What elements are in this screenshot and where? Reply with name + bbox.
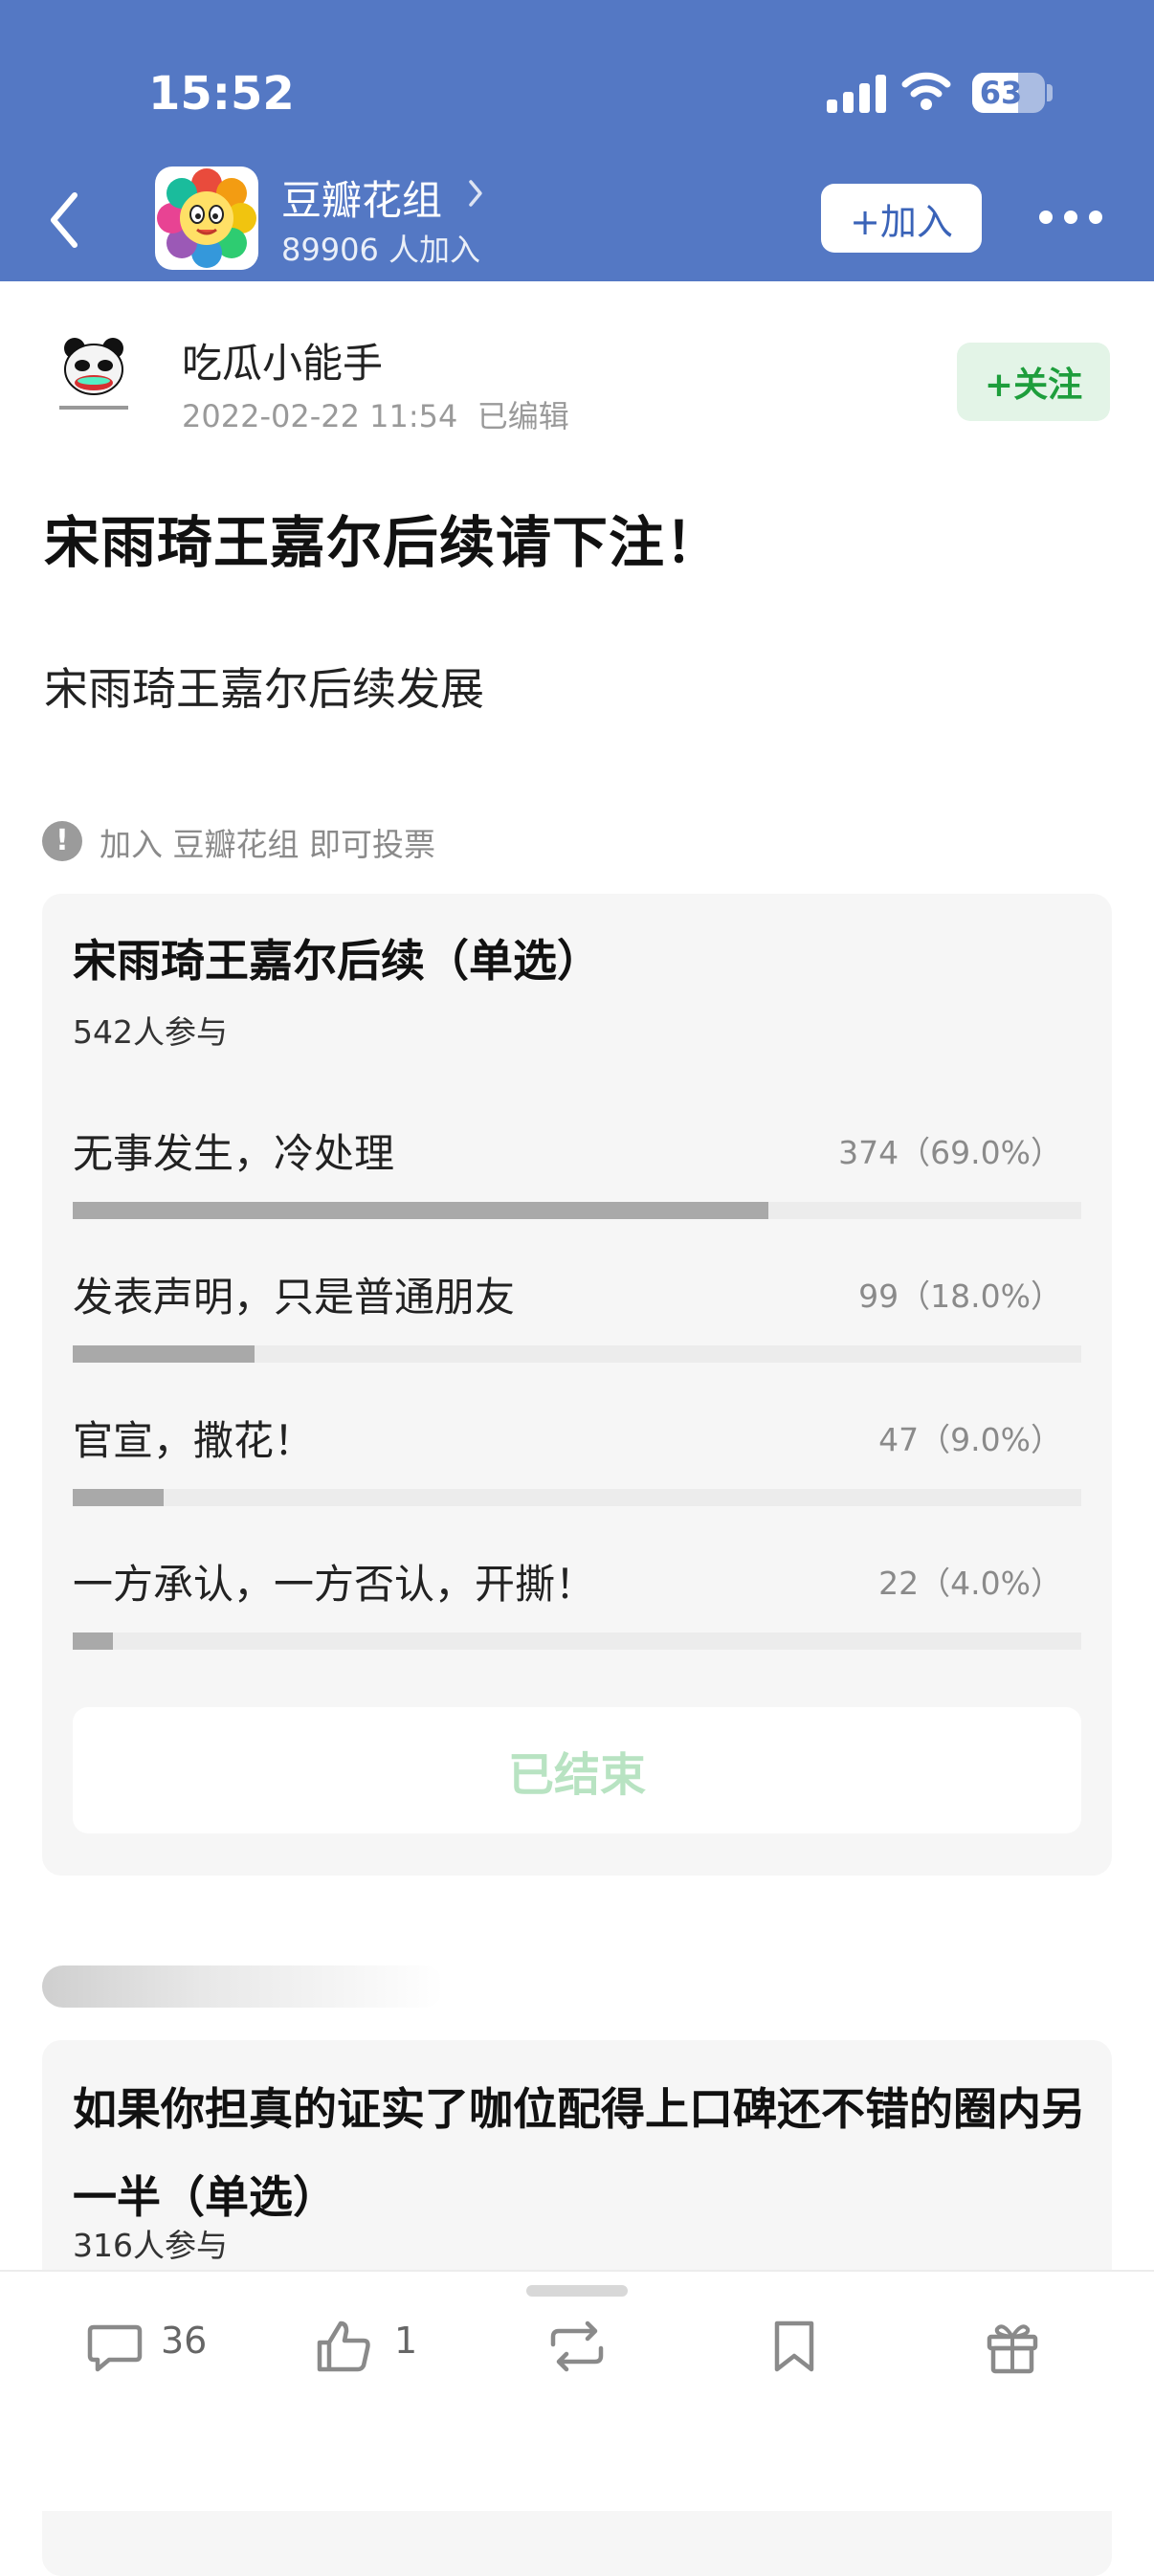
more-dots-icon[interactable] [1039, 211, 1102, 226]
poll-option-track [73, 1202, 1081, 1219]
poll-option-label: 官宣，撒花！ [73, 1417, 315, 1464]
battery-cap [1047, 84, 1053, 101]
poll-ended-button: 已结束 [73, 1707, 1081, 1833]
info-icon: ! [42, 821, 82, 861]
post-meta: 2022-02-22 11:54 已编辑 [182, 392, 569, 436]
join-group-button[interactable]: +加入 [821, 184, 982, 253]
like-icon[interactable] [314, 2316, 375, 2377]
poll-option-label: 无事发生，冷处理 [73, 1130, 395, 1177]
comment-icon[interactable] [84, 2316, 145, 2377]
gift-icon[interactable] [982, 2316, 1043, 2377]
edited-label: 已编辑 [477, 398, 569, 434]
vote-notice: 加入 豆瓣花组 即可投票 [100, 826, 435, 863]
poll-participants: 542人参与 [73, 1013, 228, 1051]
poll2-participants: 316人参与 [73, 2227, 228, 2264]
group-name[interactable]: 豆瓣花组 [281, 168, 442, 227]
poll-option-stat: 374（69.0%） [838, 1134, 1062, 1171]
poll-option-stat: 47（9.0%） [878, 1421, 1062, 1458]
poll2-title: 如果你担真的证实了咖位配得上口碑还不错的圈内另一半（单选） [73, 2083, 1085, 2223]
poll-option-bar [73, 1345, 255, 1363]
blurred-notice [42, 1965, 444, 2008]
status-time: 15:52 [148, 67, 295, 121]
repost-icon[interactable] [544, 2316, 610, 2377]
drag-handle[interactable] [526, 2285, 628, 2297]
back-arrow-icon[interactable] [38, 182, 96, 258]
poll-option-stat: 99（18.0%） [858, 1277, 1062, 1315]
post-title: 宋雨琦王嘉尔后续请下注！ [44, 510, 722, 575]
post-time: 2022-02-22 11:54 [182, 398, 458, 434]
cellular-signal-icon [827, 73, 886, 113]
like-count[interactable]: 1 [394, 2320, 417, 2362]
group-logo[interactable] [155, 167, 258, 270]
poll-option-bar [73, 1202, 769, 1219]
follow-button[interactable]: +关注 [957, 343, 1110, 421]
poll-option-track [73, 1345, 1081, 1363]
bookmark-icon[interactable] [766, 2316, 823, 2377]
poll-option-bar [73, 1632, 114, 1650]
bottom-action-bar [0, 2270, 1154, 2511]
flower-logo-icon [157, 168, 256, 268]
member-count: 89906 人加入 [281, 232, 480, 268]
chevron-right-icon[interactable] [467, 176, 486, 211]
battery-icon: 63 [972, 73, 1045, 113]
poll-option-label: 发表声明，只是普通朋友 [73, 1274, 516, 1321]
panda-avatar-icon [46, 329, 142, 425]
comment-count[interactable]: 36 [161, 2320, 207, 2362]
poll-option-stat: 22（4.0%） [878, 1565, 1062, 1602]
wifi-icon [901, 72, 951, 110]
poll-option-bar [73, 1489, 164, 1506]
poll-option-track [73, 1489, 1081, 1506]
poll-title: 宋雨琦王嘉尔后续（单选） [73, 935, 601, 987]
post-body: 宋雨琦王嘉尔后续发展 [44, 663, 484, 715]
battery-level: 63 [979, 75, 1023, 111]
author-name[interactable]: 吃瓜小能手 [182, 331, 383, 389]
poll-option-track [73, 1632, 1081, 1650]
poll-option-label: 一方承认，一方否认，开撕！ [73, 1561, 596, 1608]
author-avatar[interactable] [46, 329, 142, 425]
